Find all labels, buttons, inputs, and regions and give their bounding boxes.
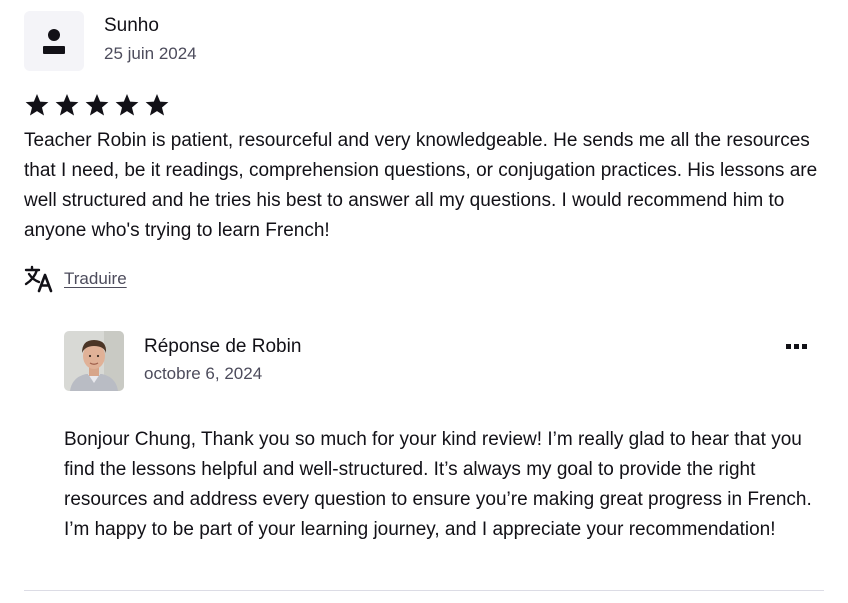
star-icon — [25, 93, 49, 116]
star-icon — [145, 93, 169, 116]
review-card: Sunho 25 juin 2024 Teacher Robin is pati… — [24, 11, 824, 293]
star-icon — [115, 93, 139, 116]
reviewer-meta: Sunho 25 juin 2024 — [104, 11, 197, 65]
star-icon — [55, 93, 79, 116]
translate-icon[interactable] — [24, 265, 54, 293]
teacher-photo — [64, 331, 124, 391]
more-options-icon[interactable] — [786, 344, 808, 350]
response-date: octobre 6, 2024 — [144, 364, 263, 383]
response-title: Réponse de Robin — [144, 336, 302, 357]
reviewer-header: Sunho 25 juin 2024 — [24, 11, 824, 71]
response-meta: Réponse de Robin octobre 6, 2024 — [144, 331, 301, 385]
review-text: Teacher Robin is patient, resourceful an… — [24, 130, 818, 241]
teacher-response: Réponse de Robin octobre 6, 2024 Bonjour… — [64, 331, 824, 545]
review-date: 25 juin 2024 — [104, 44, 197, 63]
user-silhouette-icon — [43, 29, 65, 54]
divider — [24, 590, 824, 591]
translate-link[interactable]: Traduire — [64, 269, 127, 289]
more-options-button[interactable] — [784, 335, 810, 359]
response-header: Réponse de Robin octobre 6, 2024 — [64, 331, 824, 391]
reviewer-name: Sunho — [104, 15, 159, 36]
star-icon — [85, 93, 109, 116]
star-rating — [24, 92, 824, 118]
translate-row[interactable]: Traduire — [24, 265, 824, 293]
response-text: Bonjour Chung, Thank you so much for you… — [64, 429, 812, 540]
reviewer-avatar — [24, 11, 84, 71]
